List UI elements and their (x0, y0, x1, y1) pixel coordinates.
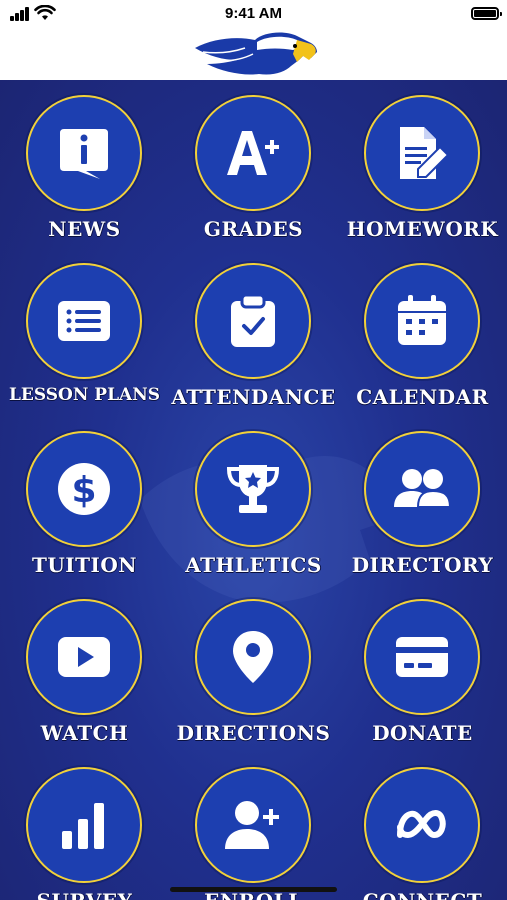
news-label: NEWS (48, 217, 121, 241)
watch-circle (26, 599, 142, 715)
connect-label: CONNECT (338, 889, 507, 900)
tuition-label: TUITION (31, 553, 138, 577)
donate-circle (364, 599, 480, 715)
document-pencil-icon (400, 127, 450, 179)
app-header (0, 30, 507, 80)
news-button[interactable]: NEWS (0, 80, 169, 248)
svg-text:$: $ (71, 470, 96, 511)
enroll-circle (195, 767, 311, 883)
people-icon (394, 469, 450, 508)
directions-label: DIRECTIONS (176, 721, 331, 745)
lesson-plans-button[interactable]: LESSON PLANS (0, 248, 169, 416)
connect-button[interactable]: CONNECT (338, 752, 507, 900)
grades-circle (195, 95, 311, 211)
homework-circle (364, 95, 480, 211)
homework-label: HOMEWORK (346, 217, 499, 241)
trophy-icon (226, 465, 280, 513)
survey-circle (26, 767, 142, 883)
bar-chart-icon (62, 803, 104, 849)
list-card-icon (58, 301, 110, 341)
directory-label: DIRECTORY (351, 553, 494, 577)
status-bar: 9:41 AM (0, 0, 507, 30)
donate-button[interactable]: DONATE (338, 584, 507, 752)
enroll-button[interactable]: ENROLL (169, 752, 338, 900)
survey-label: SURVEY (0, 889, 169, 900)
grades-button[interactable]: GRADES (169, 80, 338, 248)
watch-button[interactable]: WATCH (0, 584, 169, 752)
status-time: 9:41 AM (225, 5, 282, 22)
calendar-label: CALENDAR (356, 385, 489, 409)
add-user-icon (225, 801, 279, 849)
calendar-icon (398, 295, 446, 345)
attendance-button[interactable]: ATTENDANCE (169, 248, 338, 416)
map-pin-icon (233, 631, 273, 683)
directory-button[interactable]: DIRECTORY (338, 416, 507, 584)
meta-logo-icon (397, 810, 446, 839)
news-circle (26, 95, 142, 211)
credit-card-icon (396, 637, 448, 677)
tuition-circle: $ (26, 431, 142, 547)
clipboard-check-icon (231, 293, 275, 347)
athletics-label: ATHLETICS (185, 553, 322, 577)
menu-grid: NEWS GRADES HOMEWORK LESSON PLANS ATTEND… (0, 80, 507, 900)
athletics-button[interactable]: ATHLETICS (169, 416, 338, 584)
connect-circle (364, 767, 480, 883)
directions-circle (195, 599, 311, 715)
dollar-coin-icon: $ (58, 463, 110, 515)
attendance-label: ATTENDANCE (171, 385, 336, 409)
grades-label: GRADES (203, 217, 304, 241)
watch-label: WATCH (40, 721, 129, 745)
athletics-circle (195, 431, 311, 547)
donate-label: DONATE (372, 721, 473, 745)
tuition-button[interactable]: $ TUITION (0, 416, 169, 584)
directory-circle (364, 431, 480, 547)
info-bubble-icon (60, 129, 108, 179)
directions-button[interactable]: DIRECTIONS (169, 584, 338, 752)
lesson-plans-circle (26, 263, 142, 379)
eagle-logo-icon (195, 32, 317, 75)
calendar-circle (364, 263, 480, 379)
attendance-circle (195, 263, 311, 379)
video-play-icon (58, 637, 110, 677)
calendar-button[interactable]: CALENDAR (338, 248, 507, 416)
a-plus-icon (227, 131, 279, 175)
survey-button[interactable]: SURVEY (0, 752, 169, 900)
lesson-plans-label: LESSON PLANS (8, 385, 161, 405)
battery-icon (471, 7, 502, 20)
home-indicator (170, 887, 337, 892)
homework-button[interactable]: HOMEWORK (338, 80, 507, 248)
